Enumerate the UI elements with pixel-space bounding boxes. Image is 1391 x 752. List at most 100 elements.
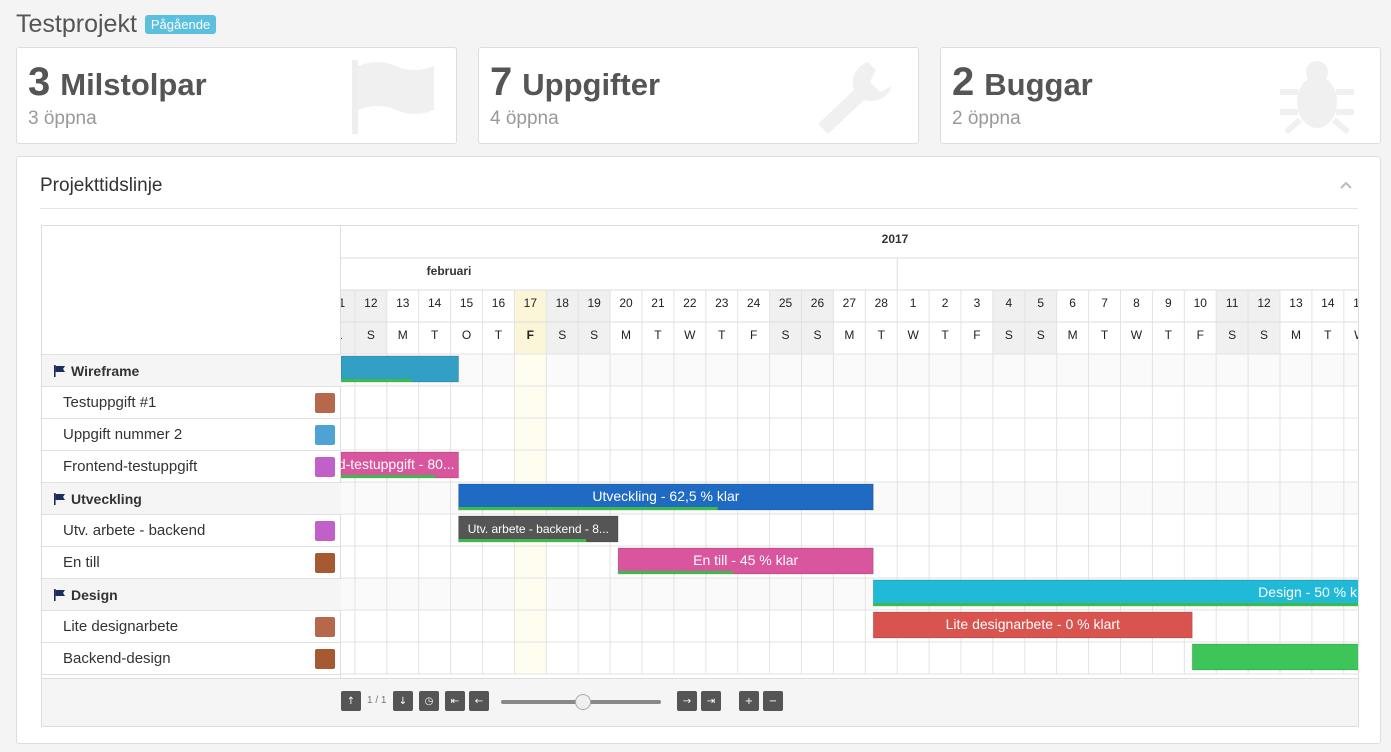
progress-indicator — [341, 379, 412, 382]
day-number: 14 — [428, 296, 442, 310]
task-row[interactable]: Utv. arbete - backend — [42, 514, 341, 546]
day-number: 1 — [910, 296, 917, 310]
gantt-controls: ↑ 1 / 1 ↓ ◷ ⇤ ← → ⇥ + − — [42, 678, 1358, 726]
day-number: 19 — [587, 296, 601, 310]
day-number: 28 — [875, 296, 889, 310]
day-number: 23 — [715, 296, 729, 310]
status-badge: Pågående — [144, 14, 217, 34]
day-letter: S — [367, 328, 375, 342]
task-row[interactable]: Frontend-testuppgift — [42, 450, 341, 482]
day-letter: M — [1068, 328, 1078, 342]
bar-label: Frontend-testuppgift - 80... — [341, 456, 455, 472]
day-number: 7 — [1101, 296, 1108, 310]
task-row[interactable]: En till — [42, 546, 341, 578]
page-title: Testprojekt — [16, 9, 137, 38]
scroll-right-button[interactable]: → — [677, 691, 697, 711]
row-label: En till — [63, 554, 100, 571]
task-row[interactable]: Testuppgift #1 — [42, 386, 341, 418]
day-number: 14 — [1321, 296, 1335, 310]
task-bar — [1191, 643, 1358, 671]
bar-label: En till - 45 % klar — [693, 552, 798, 568]
bug-icon — [1280, 61, 1354, 135]
day-number: 12 — [364, 296, 378, 310]
day-number: 6 — [1069, 296, 1076, 310]
milestone-row[interactable]: Utveckling — [42, 482, 341, 514]
day-number: 11 — [1226, 296, 1239, 310]
group-row-bg — [341, 354, 1358, 386]
gantt-chart: Wireframe Testuppgift #1 Uppgift nummer 2 F… — [41, 225, 1359, 727]
flag-icon — [352, 60, 434, 134]
scroll-begin-button[interactable]: ⇤ — [445, 691, 465, 711]
bar-label: Design - 50 % k — [1258, 584, 1358, 600]
day-letter: S — [590, 328, 598, 342]
progress-indicator — [618, 571, 733, 574]
row-label: Wireframe — [71, 362, 140, 379]
scroll-down-button[interactable]: ↓ — [393, 691, 413, 711]
stat-label: Uppgifter — [522, 67, 661, 102]
day-letter: F — [527, 328, 534, 342]
avatar[interactable] — [315, 617, 335, 637]
zoom-in-button[interactable]: + — [739, 691, 759, 711]
day-letter: S — [558, 328, 566, 342]
gantt-task-list: Wireframe Testuppgift #1 Uppgift nummer 2 F… — [42, 226, 341, 726]
day-letter: F — [973, 328, 980, 342]
day-number: 18 — [556, 296, 570, 310]
gantt-grid[interactable]: 2017februari11L12S13M14T15O16T17F18S19S2… — [341, 226, 1359, 678]
timeline-panel: Projekttidslinje Wireframe Testuppgift #1… — [16, 156, 1381, 744]
milestone-row[interactable]: Design — [42, 578, 341, 610]
gantt-timeline[interactable]: 2017februari11L12S13M14T15O16T17F18S19S2… — [341, 226, 1359, 678]
avatar[interactable] — [315, 649, 335, 669]
task-row[interactable]: Backend-design — [42, 642, 341, 674]
bugs-card[interactable]: 2 Buggar 2 öppna — [940, 47, 1381, 144]
stat-count: 2 — [952, 60, 975, 104]
day-letter: W — [1131, 328, 1143, 342]
panel-title: Projekttidslinje — [40, 175, 163, 196]
day-letter: T — [1101, 328, 1109, 342]
day-number: 3 — [974, 296, 981, 310]
progress-indicator — [458, 507, 718, 510]
avatar[interactable] — [315, 553, 335, 573]
day-number: 16 — [492, 296, 506, 310]
day-letter: T — [495, 328, 503, 342]
day-letter: S — [813, 328, 821, 342]
day-number: 13 — [1289, 296, 1303, 310]
today-button[interactable]: ◷ — [419, 691, 439, 711]
stat-sub: 4 öppna — [490, 108, 559, 129]
day-letter: T — [654, 328, 662, 342]
milestones-card[interactable]: 3 Milstolpar 3 öppna — [16, 47, 457, 144]
stat-count: 7 — [490, 60, 513, 104]
task-bar — [341, 355, 460, 383]
stat-count: 3 — [28, 60, 51, 104]
zoom-slider-handle[interactable] — [575, 694, 591, 710]
avatar[interactable] — [315, 425, 335, 445]
milestone-row[interactable]: Wireframe — [42, 354, 341, 386]
row-divider — [42, 674, 341, 675]
avatar[interactable] — [315, 457, 335, 477]
stat-sub: 2 öppna — [952, 108, 1021, 129]
chevron-up-icon[interactable] — [1338, 177, 1354, 193]
day-number: 17 — [524, 296, 538, 310]
day-number: 2 — [942, 296, 949, 310]
avatar[interactable] — [315, 521, 335, 541]
day-number: 21 — [651, 296, 665, 310]
day-number: 15 — [460, 296, 474, 310]
day-number: 25 — [779, 296, 793, 310]
flag-icon — [54, 492, 65, 505]
day-letter: W — [907, 328, 919, 342]
tasks-card[interactable]: 7 Uppgifter 4 öppna — [478, 47, 919, 144]
wrench-icon — [818, 62, 892, 134]
scroll-up-button[interactable]: ↑ — [341, 691, 361, 711]
task-row[interactable]: Lite designarbete — [42, 610, 341, 642]
day-number: 8 — [1133, 296, 1140, 310]
day-number: 26 — [811, 296, 825, 310]
day-letter: F — [750, 328, 757, 342]
scroll-end-button[interactable]: ⇥ — [701, 691, 721, 711]
day-number: 22 — [683, 296, 697, 310]
day-number: 9 — [1165, 296, 1172, 310]
zoom-out-button[interactable]: − — [763, 691, 783, 711]
task-row[interactable]: Uppgift nummer 2 — [42, 418, 341, 450]
task-list-header — [42, 226, 341, 354]
avatar[interactable] — [315, 393, 335, 413]
row-label: Design — [71, 586, 118, 603]
scroll-left-button[interactable]: ← — [469, 691, 489, 711]
